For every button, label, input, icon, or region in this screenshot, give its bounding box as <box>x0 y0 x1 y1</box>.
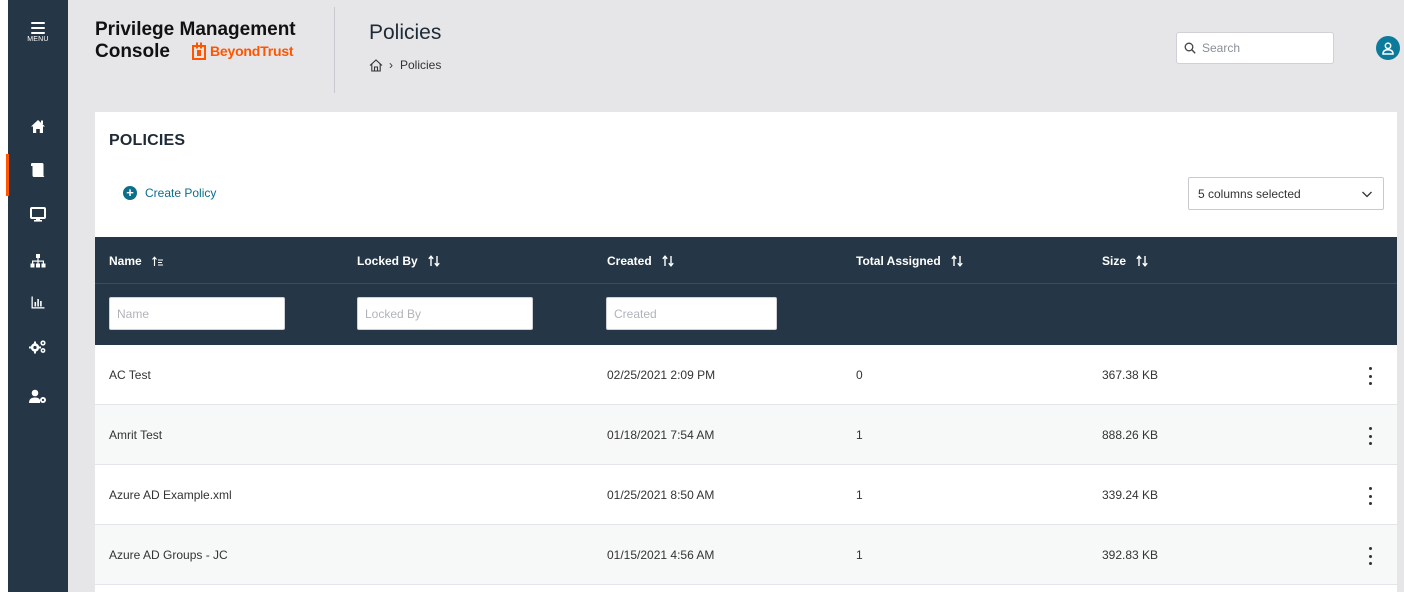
cell-created: 02/25/2021 2:09 PM <box>607 368 716 382</box>
column-header-total-assigned[interactable]: Total Assigned <box>856 254 963 268</box>
user-icon <box>1382 41 1394 55</box>
cell-total-assigned: 1 <box>856 488 863 502</box>
row-actions-kebab-icon[interactable] <box>1365 367 1375 385</box>
policies-icon <box>31 163 45 177</box>
cell-size: 392.83 KB <box>1102 548 1159 562</box>
sort-icon <box>661 255 674 267</box>
column-header-locked-by[interactable]: Locked By <box>357 254 440 268</box>
cell-size: 367.38 KB <box>1102 368 1159 382</box>
table-row[interactable]: AC Test 02/25/2021 2:09 PM 0 367.38 KB <box>95 345 1397 405</box>
policies-card: POLICIES + Create Policy 5 columns selec… <box>95 112 1397 592</box>
breadcrumb-current: Policies <box>400 58 442 72</box>
menu-button[interactable]: MENU <box>8 10 68 54</box>
home-outline-icon[interactable] <box>369 58 383 72</box>
cell-total-assigned: 1 <box>856 428 863 442</box>
sort-icon <box>1136 255 1148 267</box>
cell-name: Azure AD Example.xml <box>109 488 232 502</box>
filter-created-input[interactable] <box>606 297 777 330</box>
chevron-down-icon <box>1362 191 1372 198</box>
column-header-name[interactable]: Name <box>109 254 164 268</box>
column-header-label: Name <box>109 254 142 268</box>
column-header-label: Locked By <box>357 254 418 268</box>
cell-created: 01/18/2021 7:54 AM <box>607 428 715 442</box>
search-icon <box>1184 42 1196 54</box>
sidebar: MENU <box>6 0 68 592</box>
filter-name-input[interactable] <box>109 297 285 330</box>
sidebar-item-reports[interactable] <box>8 284 68 320</box>
row-actions-kebab-icon[interactable] <box>1365 547 1375 565</box>
plus-circle-icon: + <box>123 186 137 200</box>
header-separator <box>95 283 1397 284</box>
beyondtrust-logo-icon <box>192 42 206 60</box>
beyondtrust-logo: BeyondTrust <box>192 42 294 60</box>
column-header-created[interactable]: Created <box>607 254 674 268</box>
breadcrumb: › Policies <box>369 58 441 72</box>
user-avatar-button[interactable] <box>1376 36 1400 60</box>
menu-label: MENU <box>27 35 49 43</box>
cell-total-assigned: 1 <box>856 548 863 562</box>
sidebar-item-home[interactable] <box>8 108 68 144</box>
app-title-line1: Privilege Management <box>95 19 296 40</box>
filter-locked-by-input[interactable] <box>357 297 533 330</box>
cell-name: AC Test <box>109 368 151 382</box>
page-title: Policies <box>369 21 442 44</box>
column-header-label: Size <box>1102 254 1127 268</box>
create-policy-button[interactable]: + Create Policy <box>123 186 216 200</box>
cell-created: 01/15/2021 4:56 AM <box>607 548 715 562</box>
sort-icon <box>427 255 440 267</box>
cell-size: 888.26 KB <box>1102 428 1159 442</box>
header-divider <box>334 7 335 93</box>
sidebar-item-policies[interactable] <box>6 152 68 196</box>
computer-icon <box>30 206 46 222</box>
brand-name: BeyondTrust <box>210 43 294 59</box>
search-input[interactable] <box>1202 41 1322 55</box>
hierarchy-icon <box>30 253 46 267</box>
cell-size: 339.24 KB <box>1102 488 1159 502</box>
sidebar-item-groups[interactable] <box>8 242 68 278</box>
hamburger-icon <box>31 21 45 34</box>
sidebar-item-settings[interactable] <box>8 328 68 364</box>
create-policy-label: Create Policy <box>145 186 217 200</box>
cell-name: Azure AD Groups - JC <box>109 548 228 562</box>
table-header: Name Locked By Created Total Assigned Si… <box>95 237 1397 345</box>
column-header-label: Created <box>607 254 652 268</box>
search-box <box>1176 32 1334 64</box>
table-row[interactable]: Azure AD Example.xml 01/25/2021 8:50 AM … <box>95 465 1397 525</box>
breadcrumb-separator-icon: › <box>389 58 393 72</box>
row-actions-kebab-icon[interactable] <box>1365 427 1375 445</box>
table-row[interactable]: Azure AD Groups - JC 01/15/2021 4:56 AM … <box>95 525 1397 585</box>
column-header-label: Total Assigned <box>856 254 941 268</box>
sort-icon <box>950 255 963 267</box>
columns-select-value: 5 columns selected <box>1198 186 1301 201</box>
cell-created: 01/25/2021 8:50 AM <box>607 488 715 502</box>
top-header: Privilege Management Console BeyondTrust… <box>68 0 1404 100</box>
section-title: POLICIES <box>109 132 186 149</box>
app-title-line2: Console <box>95 41 170 62</box>
sidebar-item-users[interactable] <box>8 378 68 414</box>
table-row[interactable]: Amrit Test 01/18/2021 7:54 AM 1 888.26 K… <box>95 405 1397 465</box>
cell-total-assigned: 0 <box>856 368 863 382</box>
home-icon <box>31 119 45 133</box>
cell-name: Amrit Test <box>109 428 163 442</box>
left-edge-strip <box>0 0 8 592</box>
column-header-size[interactable]: Size <box>1102 254 1148 268</box>
row-actions-kebab-icon[interactable] <box>1365 487 1375 505</box>
sort-ascending-icon <box>151 255 164 267</box>
columns-select-dropdown[interactable]: 5 columns selected <box>1188 177 1384 210</box>
user-settings-icon <box>29 389 46 403</box>
gears-icon <box>29 339 46 353</box>
policies-table: Name Locked By Created Total Assigned Si… <box>95 237 1397 585</box>
sidebar-item-computers[interactable] <box>8 196 68 232</box>
reports-icon <box>31 296 45 308</box>
